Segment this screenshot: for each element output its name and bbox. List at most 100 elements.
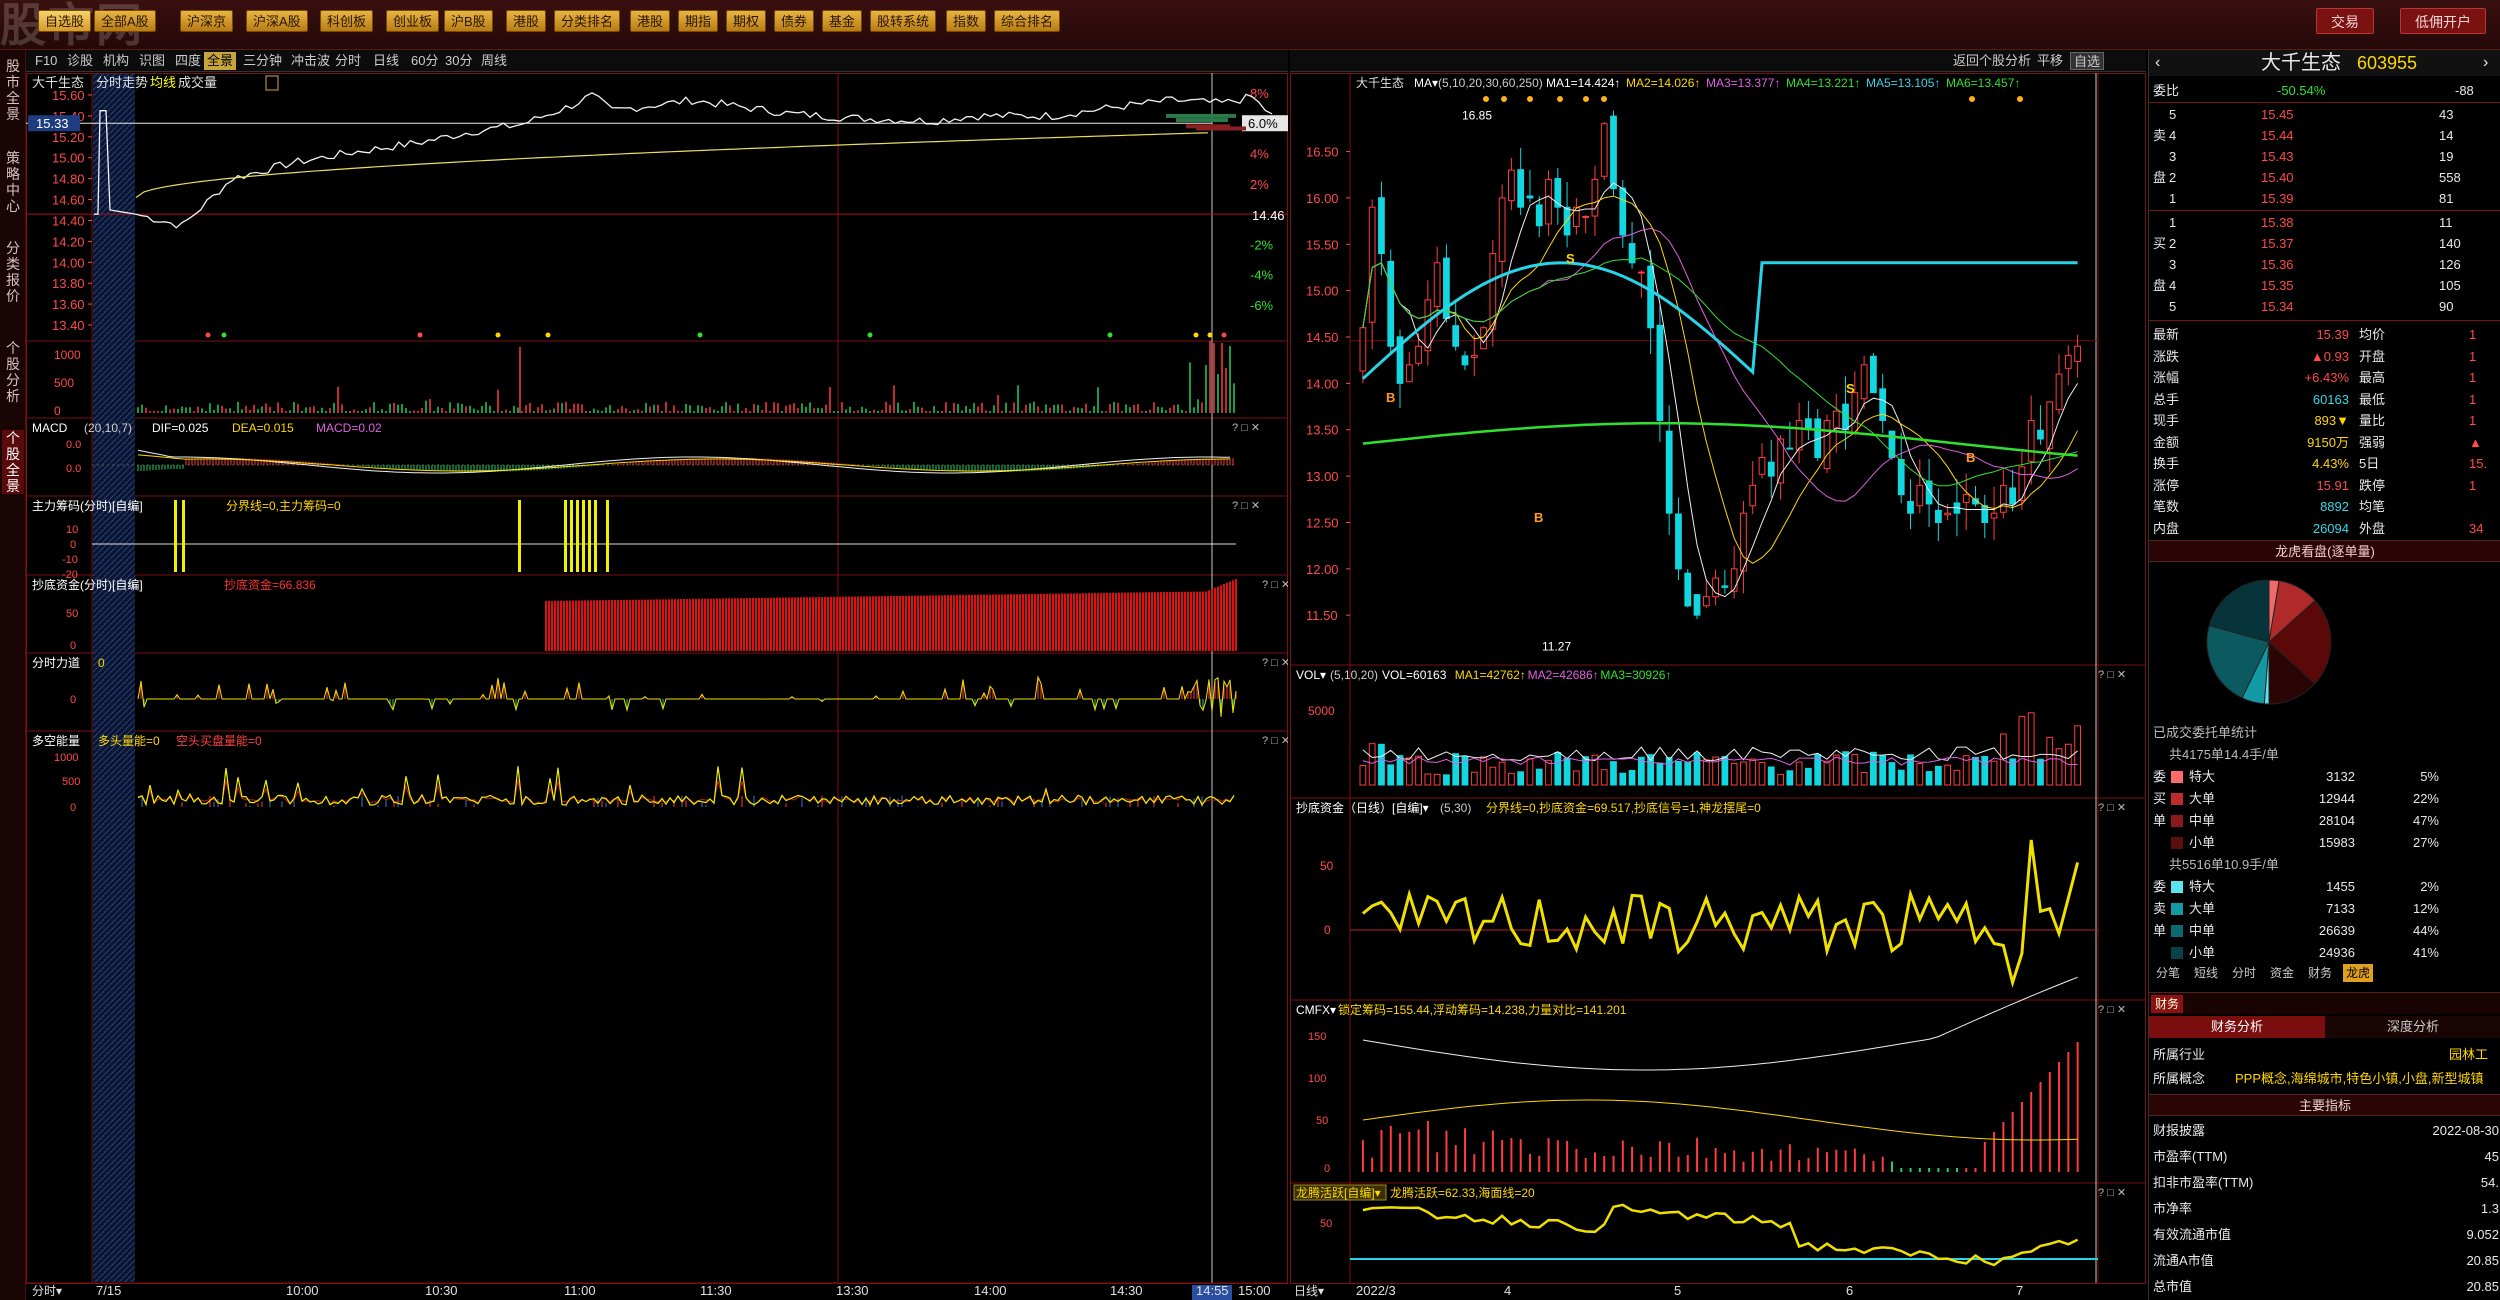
buy-volume: 90 xyxy=(2439,299,2454,314)
prev-close-label: 14.46 xyxy=(1252,208,1285,223)
open-account-button[interactable]: 低佣开户 xyxy=(2400,8,2486,34)
swatch xyxy=(2171,815,2183,827)
deal-label: 特大 xyxy=(2189,879,2216,894)
kline-price-tick: 16.00 xyxy=(1306,191,1339,206)
subbar-item-5[interactable]: 全景 xyxy=(204,52,237,70)
candle-body xyxy=(1823,419,1831,470)
sell-signal: S xyxy=(1846,381,1855,396)
menu-item-10[interactable]: 期指 xyxy=(678,10,719,32)
subbar-item-10[interactable]: 60分 xyxy=(408,52,441,70)
time-label: 14:55 xyxy=(1196,1283,1229,1298)
menu-item-6[interactable]: 沪B股 xyxy=(444,10,493,32)
menu-item-14[interactable]: 股转系统 xyxy=(870,10,937,32)
subbar-item-2[interactable]: 机构 xyxy=(100,52,132,70)
sell-deal-row-2: 单 中单 26639 44% xyxy=(2149,920,2500,941)
menu-item-4[interactable]: 科创板 xyxy=(320,10,374,32)
kline-subbar-item-0[interactable]: 返回个股分析 xyxy=(1950,52,2034,70)
fin-row-4: 有效流通市值 9.052 xyxy=(2149,1224,2500,1245)
subbar-item-9[interactable]: 日线 xyxy=(370,52,402,70)
kline-vol-bar xyxy=(1452,753,1460,786)
rail-item-3[interactable]: 个股分析 xyxy=(2,340,24,404)
menu-item-3[interactable]: 沪深A股 xyxy=(246,10,308,32)
candle-body xyxy=(1934,509,1942,523)
subbar-item-4[interactable]: 四度 xyxy=(172,52,204,70)
intraday-chart-area[interactable]: 大千生态分时走势均线成交量15.6015.4015.2015.0014.8014… xyxy=(26,73,1288,1300)
cmfx-bar xyxy=(1408,1131,1411,1172)
kline-vol-bar xyxy=(1925,771,1933,786)
subbar-item-6[interactable]: 三分钟 xyxy=(240,52,285,70)
top-toolbar: 股市网 交易 低佣开户 自选股全部A股沪深京沪深A股科创板创业板沪B股港股分类排… xyxy=(0,0,2500,50)
rail-item-4[interactable]: 个股全景 xyxy=(2,430,24,494)
cmfx-bar xyxy=(1705,1157,1708,1172)
stat-row-9: 内盘 26094 外盘 34 xyxy=(2149,518,2500,539)
depth-analysis-tab[interactable]: 深度分析 xyxy=(2325,1016,2500,1038)
stat-label-2: 5日 xyxy=(2359,456,2380,471)
quote-tab-5[interactable]: 龙虎 xyxy=(2343,964,2374,982)
rail-item-1[interactable]: 策略中心 xyxy=(2,150,24,214)
menu-item-2[interactable]: 沪深京 xyxy=(180,10,234,32)
quote-tab-3[interactable]: 资金 xyxy=(2267,964,2297,982)
pct-tick: -4% xyxy=(1250,268,1274,283)
sell-level-num: 4 xyxy=(2169,128,2177,143)
subbar-item-0[interactable]: F10 xyxy=(32,52,60,70)
tab-finance[interactable]: 财务 xyxy=(2151,995,2184,1013)
kline-vol-bar xyxy=(1665,757,1673,786)
cmfx-title: CMFX▾ xyxy=(1296,1003,1336,1017)
kline-chart-area[interactable]: 大千生态 MA▾ (5,10,20,30,60,250) MA1=14.424↑ MA2… xyxy=(1290,73,2146,1300)
subbar-item-12[interactable]: 周线 xyxy=(478,52,510,70)
menu-item-1[interactable]: 全部A股 xyxy=(94,10,156,32)
zlcm-bar xyxy=(606,500,609,572)
kline-vol-bar xyxy=(1368,743,1376,786)
back-icon[interactable]: ‹ xyxy=(2155,50,2160,76)
time-label: 10:00 xyxy=(286,1283,319,1298)
quote-tab-2[interactable]: 分时 xyxy=(2229,964,2259,982)
menu-item-16[interactable]: 综合排名 xyxy=(994,10,1061,32)
quote-tab-1[interactable]: 短线 xyxy=(2191,964,2221,982)
quote-tab-0[interactable]: 分笔 xyxy=(2153,964,2183,982)
cmfx-bar xyxy=(1863,1154,1866,1172)
buy-row-2: 买 2 15.37 140 xyxy=(2149,233,2500,254)
menu-item-13[interactable]: 基金 xyxy=(822,10,863,32)
deal-volume: 28104 xyxy=(2318,813,2355,828)
quote-tab-4[interactable]: 财务 xyxy=(2305,964,2335,982)
finance-analysis-tab[interactable]: 财务分析 xyxy=(2149,1016,2325,1038)
subbar-item-3[interactable]: 识图 xyxy=(136,52,168,70)
menu-item-9[interactable]: 港股 xyxy=(630,10,671,32)
menu-item-12[interactable]: 债券 xyxy=(774,10,815,32)
sell-price: 15.39 xyxy=(2261,191,2294,206)
zlcm-bar xyxy=(182,500,185,572)
cmfx-bar xyxy=(1807,1158,1810,1172)
rail-item-0[interactable]: 股市全景 xyxy=(2,58,24,122)
industry-value[interactable]: 园林工 xyxy=(2449,1044,2488,1065)
zlcm-bar xyxy=(588,500,591,572)
buy-price: 15.34 xyxy=(2261,299,2294,314)
lths-title: 龙腾活跃[自编]▾ xyxy=(1296,1185,1381,1200)
stat-label: 涨跌 xyxy=(2153,348,2180,364)
menu-item-11[interactable]: 期权 xyxy=(726,10,767,32)
cmfx-bar xyxy=(1631,1146,1634,1172)
kline-vol-bar xyxy=(1944,764,1952,786)
menu-item-8[interactable]: 分类排名 xyxy=(554,10,621,32)
concept-value[interactable]: PPP概念,海绵城市,特色小镇,小盘,新型城镇 xyxy=(2235,1068,2483,1089)
stat-value: 15.91 xyxy=(2316,477,2349,493)
rail-item-2[interactable]: 分类报价 xyxy=(2,240,24,304)
zlcm-bar xyxy=(594,500,597,572)
kline-vol-bar xyxy=(1721,756,1729,786)
menu-item-15[interactable]: 指数 xyxy=(946,10,987,32)
swatch xyxy=(2171,837,2183,849)
menu-item-5[interactable]: 创业板 xyxy=(386,10,440,32)
menu-item-7[interactable]: 港股 xyxy=(506,10,547,32)
subbar-item-8[interactable]: 分时 xyxy=(332,52,364,70)
trade-button[interactable]: 交易 xyxy=(2316,8,2374,34)
kline-subbar-item-1[interactable]: 平移 xyxy=(2034,52,2066,70)
expand-icon[interactable]: › xyxy=(2483,50,2488,76)
buy-level-num: 1 xyxy=(2169,215,2177,230)
subbar-item-7[interactable]: 冲击波 xyxy=(288,52,333,70)
menu-item-0[interactable]: 自选股 xyxy=(38,10,92,32)
subbar-item-1[interactable]: 诊股 xyxy=(64,52,96,70)
order-depth-bar xyxy=(1196,126,1246,131)
kline-subbar-item-2[interactable]: 自选 xyxy=(2070,52,2105,70)
subbar-item-11[interactable]: 30分 xyxy=(442,52,475,70)
panel-window-controls: ? □ ✕ xyxy=(1262,579,1288,591)
signal-marker xyxy=(697,332,703,338)
